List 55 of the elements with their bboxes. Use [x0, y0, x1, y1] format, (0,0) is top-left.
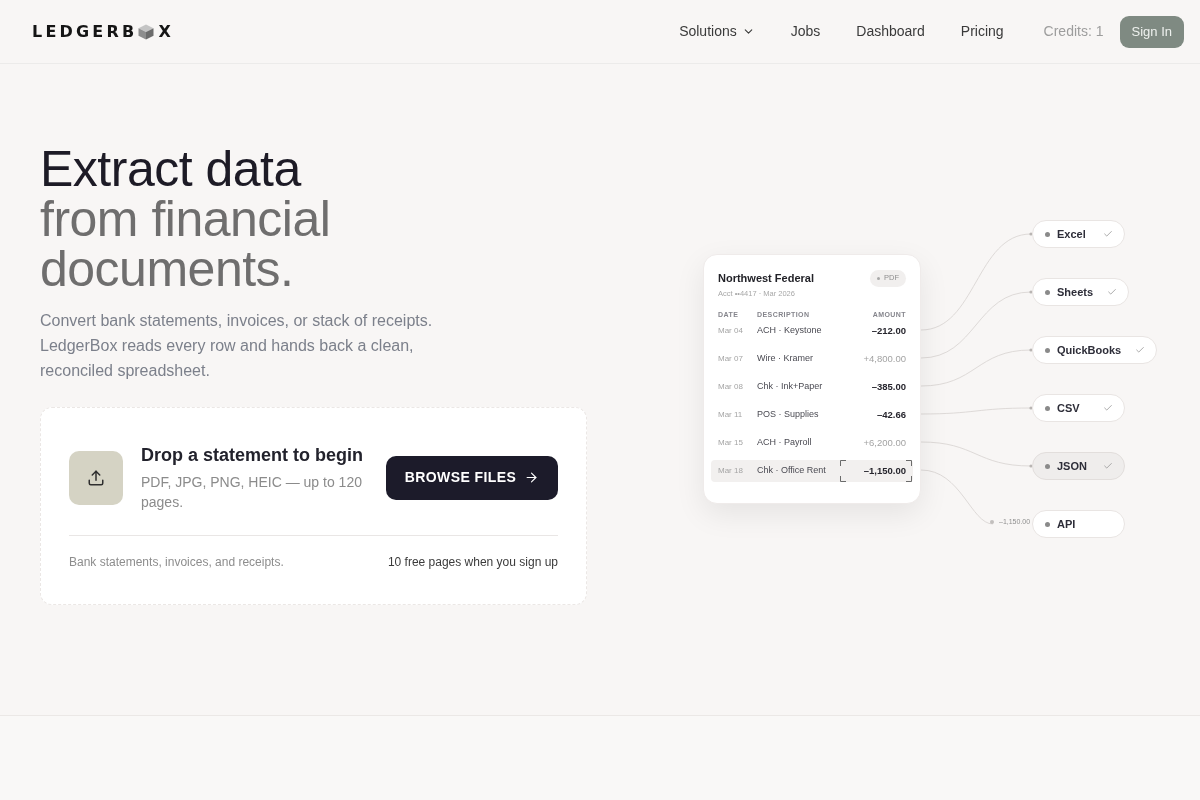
logo-text: X	[158, 23, 171, 40]
nav-dropdown[interactable]: Solutions	[679, 21, 755, 42]
logo-text: LEDGERB	[32, 23, 138, 40]
cube-icon	[138, 23, 155, 40]
date-text: Mar 15	[718, 437, 744, 449]
output-label: API	[1057, 516, 1076, 532]
upload-note: Bank statements, invoices, and receipts.	[69, 554, 284, 571]
output-label: Excel	[1057, 226, 1086, 242]
amount-text: –385.00	[871, 379, 906, 394]
amount-text: –212.00	[871, 323, 906, 338]
arrow-right-icon	[524, 470, 540, 485]
upload-icon	[69, 450, 123, 505]
output-pill[interactable]: JSON	[1032, 452, 1125, 480]
amount-text: –1,150.00	[863, 463, 906, 478]
browse-files-button[interactable]: BROWSE FILES	[386, 455, 558, 500]
nav-link[interactable]: Jobs	[790, 21, 821, 42]
date-text: Mar 11	[718, 409, 744, 421]
upload-title: Drop a statement to begin	[141, 444, 365, 467]
amount-text: +6,200.00	[863, 435, 906, 450]
check-icon	[1103, 403, 1113, 413]
output-label: QuickBooks	[1057, 342, 1122, 358]
output-pill[interactable]: CSV	[1032, 394, 1125, 422]
hero-title: Extract data	[40, 144, 303, 194]
check-icon	[1107, 287, 1118, 297]
bank-name: Northwest Federal	[718, 270, 814, 286]
description-text: POS · Supplies	[757, 408, 820, 422]
description-text: ACH · Keystone	[757, 324, 823, 338]
description-text: Chk · Ink+Paper	[757, 380, 824, 394]
output-pill[interactable]: QuickBooks	[1032, 336, 1158, 364]
date-text: Mar 07	[718, 353, 744, 365]
nav-link[interactable]: Pricing	[960, 21, 1004, 42]
amount-text: +4,800.00	[863, 351, 906, 366]
date-text: Mar 08	[718, 381, 744, 393]
check-icon	[1135, 345, 1146, 355]
hero-description: Convert bank statements, invoices, or stack of receipts. LedgerBox reads every row and hands back a clean, reconciled spreadsheet.	[40, 311, 434, 381]
credits-text: Credits: 1	[1043, 22, 1104, 41]
output-label: JSON	[1057, 458, 1087, 474]
amount-text: –42.66	[876, 407, 906, 422]
description-text: Chk · Office Rent	[757, 464, 827, 478]
output-pill[interactable]: API	[1032, 510, 1125, 538]
check-icon	[1103, 461, 1113, 471]
date-text: Mar 04	[718, 325, 744, 337]
nav-link[interactable]: Dashboard	[856, 21, 925, 42]
description-text: ACH · Payroll	[757, 436, 813, 450]
output-pill[interactable]: Sheets	[1032, 278, 1130, 306]
signup-offer: 10 free pages when you sign up	[387, 554, 558, 571]
check-icon	[1103, 229, 1113, 239]
output-label: Sheets	[1057, 284, 1094, 300]
date-text: Mar 18	[718, 465, 744, 477]
output-pill[interactable]: Excel	[1032, 220, 1125, 248]
description-text: Wire · Kramer	[757, 352, 814, 366]
output-label: CSV	[1057, 400, 1080, 416]
selection-corners-icon	[840, 460, 912, 482]
hero-subtitle: from financial documents.	[40, 194, 332, 294]
upload-formats: PDF, JPG, PNG, HEIC — up to 120 pages.	[141, 473, 363, 512]
